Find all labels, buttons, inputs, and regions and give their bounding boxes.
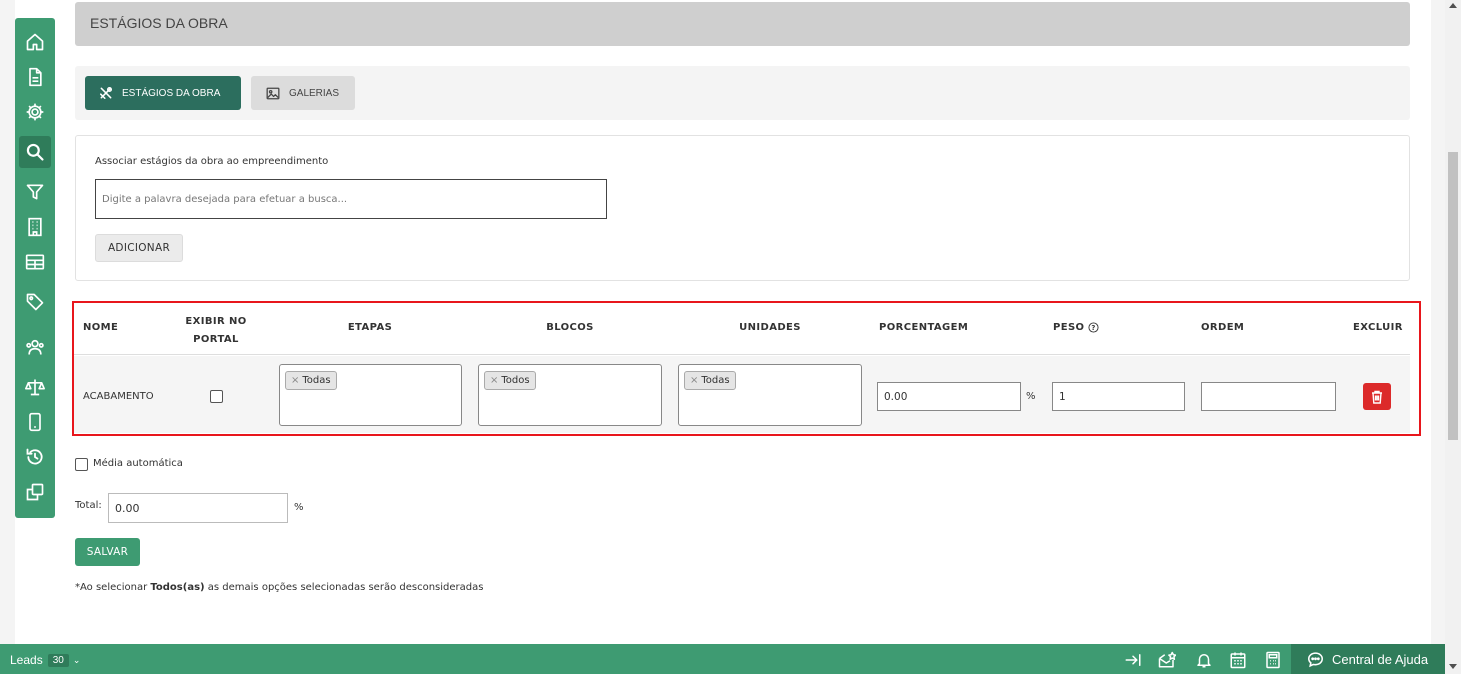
gear-icon <box>26 103 44 121</box>
users-icon <box>26 339 44 355</box>
mobile-icon <box>29 412 41 432</box>
page-header: ESTÁGIOS DA OBRA <box>75 2 1410 46</box>
tab-label: ESTÁGIOS DA OBRA <box>122 87 221 99</box>
calculator-icon[interactable] <box>1264 651 1282 669</box>
building-icon <box>28 217 42 237</box>
help-center-button[interactable]: Central de Ajuda <box>1291 644 1445 674</box>
tab-galerias[interactable]: GALERIAS <box>251 76 355 110</box>
sidebar-item-tags[interactable] <box>19 286 51 318</box>
sidebar-item-documents[interactable] <box>19 61 51 93</box>
sidebar-item-history[interactable] <box>19 441 51 473</box>
sidebar-item-settings[interactable] <box>19 96 51 128</box>
tab-label: GALERIAS <box>289 87 340 99</box>
vertical-scrollbar[interactable] <box>1445 0 1461 674</box>
sidebar <box>15 18 55 518</box>
tag-icon <box>26 293 44 311</box>
right-gutter <box>1431 0 1445 644</box>
tab-estagios-da-obra[interactable]: ESTÁGIOS DA OBRA <box>85 76 241 110</box>
total-input[interactable] <box>108 493 288 523</box>
chevron-down-icon: ⌄ <box>72 654 81 665</box>
image-icon <box>266 87 280 99</box>
note-bold: Todos(as) <box>150 582 205 593</box>
tools-icon <box>99 86 113 100</box>
note-prefix: *Ao selecionar <box>75 582 151 593</box>
media-automatica-label: Média automática <box>93 458 183 469</box>
add-button[interactable]: ADICIONAR <box>95 234 183 262</box>
history-icon <box>26 448 43 465</box>
document-icon <box>29 67 42 87</box>
scroll-thumb[interactable] <box>1448 152 1458 440</box>
leads-count-badge: 30 <box>47 653 69 667</box>
sidebar-item-search[interactable] <box>19 136 51 168</box>
note-suffix: as demais opções selecionadas serão desc… <box>204 582 484 593</box>
page-title: ESTÁGIOS DA OBRA <box>90 15 228 31</box>
association-card: Associar estágios da obra ao empreendime… <box>75 135 1410 281</box>
tab-bar: ESTÁGIOS DA OBRA GALERIAS <box>75 66 1410 120</box>
association-label: Associar estágios da obra ao empreendime… <box>95 156 329 167</box>
sidebar-item-mobile[interactable] <box>19 406 51 438</box>
selection-note: *Ao selecionar Todos(as) as demais opçõe… <box>75 582 483 593</box>
save-button[interactable]: SALVAR <box>75 538 140 566</box>
total-percent-symbol: % <box>294 502 304 513</box>
filter-icon <box>26 184 44 200</box>
left-gutter <box>0 0 15 644</box>
total-label: Total: <box>75 500 102 511</box>
chat-bubble-icon <box>1307 651 1324 667</box>
calendar-icon[interactable] <box>1229 651 1247 669</box>
leads-label: Leads <box>10 653 43 667</box>
sidebar-item-table[interactable] <box>19 246 51 278</box>
sidebar-item-legal[interactable] <box>19 371 51 403</box>
table-icon <box>25 254 45 270</box>
search-icon <box>26 143 44 161</box>
collapse-right-icon[interactable] <box>1124 651 1142 669</box>
scroll-down-arrow-icon[interactable] <box>1449 664 1457 669</box>
scroll-up-arrow-icon[interactable] <box>1449 3 1457 8</box>
bell-icon[interactable] <box>1195 651 1213 669</box>
copy-icon <box>26 483 44 501</box>
sidebar-item-building[interactable] <box>19 211 51 243</box>
scale-icon <box>25 379 45 396</box>
highlight-frame <box>72 301 1421 436</box>
help-center-label: Central de Ajuda <box>1332 651 1429 667</box>
sidebar-item-filter[interactable] <box>19 176 51 208</box>
media-automatica-checkbox[interactable] <box>75 458 88 471</box>
association-search-input[interactable] <box>95 179 607 219</box>
home-icon <box>26 33 44 51</box>
leads-dropdown[interactable]: Leads 30 ⌄ <box>10 653 80 667</box>
sidebar-item-copy[interactable] <box>19 476 51 508</box>
mail-open-icon[interactable] <box>1158 651 1176 669</box>
sidebar-item-users[interactable] <box>19 331 51 363</box>
footer-bar: Leads 30 ⌄ Central de Ajuda <box>0 644 1445 674</box>
sidebar-item-home[interactable] <box>19 26 51 58</box>
